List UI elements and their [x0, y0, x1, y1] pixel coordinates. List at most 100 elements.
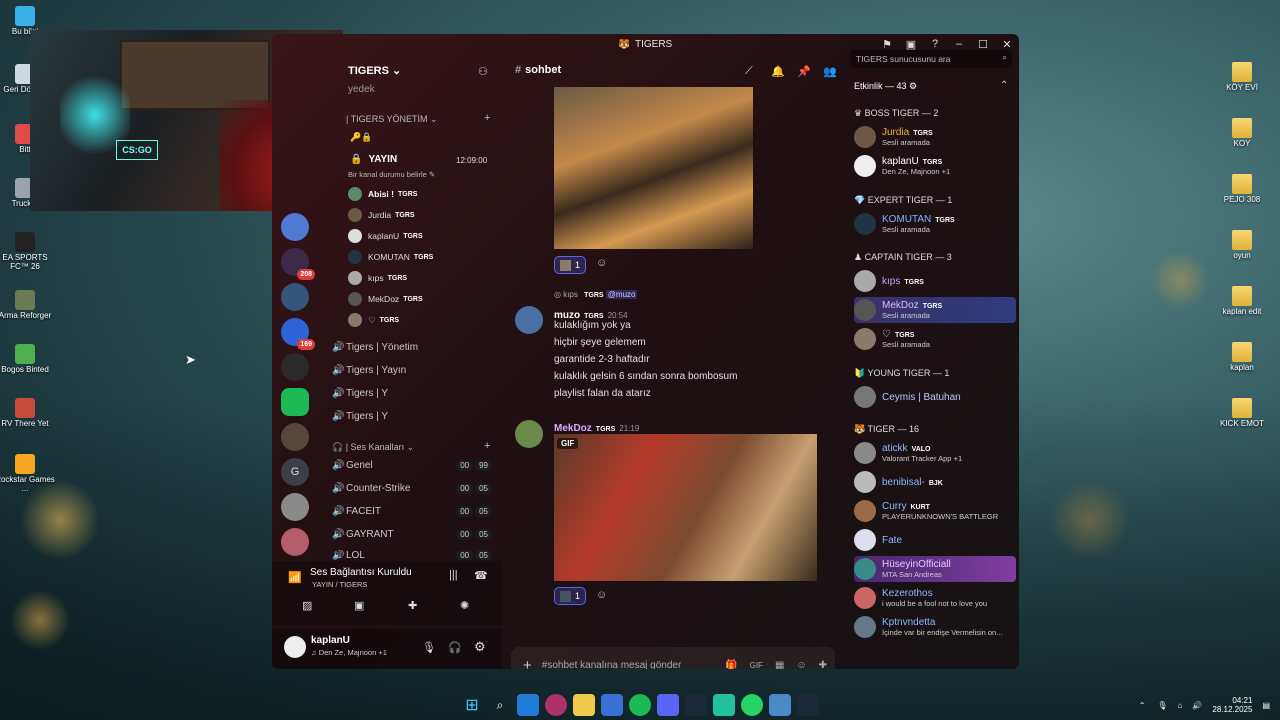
close-button[interactable]: ✕	[995, 38, 1019, 51]
screen-share-icon[interactable]: ▣	[354, 599, 364, 612]
voice-channel[interactable]: 🔊 LOL 00 05	[332, 550, 492, 560]
pin-icon[interactable]: 📌	[797, 65, 811, 78]
settings-gear-icon[interactable]: ⚙	[474, 639, 486, 655]
desktop-folder[interactable]: oyun	[1212, 230, 1272, 261]
member-row[interactable]: benibisal- BJK	[854, 469, 1014, 495]
server-name[interactable]: TIGERS ⌄	[348, 64, 401, 77]
desktop-icon[interactable]: Arma Reforger	[0, 290, 55, 321]
gif-image[interactable]: GIF	[554, 434, 817, 581]
desktop-icon[interactable]: EA SPORTS FC™ 26	[0, 232, 55, 272]
disconnect-icon[interactable]: ☎	[474, 569, 488, 582]
voice-user[interactable]: kıps TGRS	[348, 271, 407, 285]
member-row[interactable]: MekDoz TGRS Sesli aramada	[854, 297, 1016, 323]
voice-channel[interactable]: 🔊 Genel 00 99	[332, 460, 492, 471]
server-icon[interactable]: 208	[281, 248, 315, 280]
reaction[interactable]: 1	[554, 256, 587, 274]
whatsapp-icon[interactable]	[741, 694, 763, 716]
voice-channel[interactable]: 🔊 Tigers | Yayın	[332, 365, 406, 376]
plus-icon[interactable]: +	[523, 657, 532, 670]
help-icon[interactable]: ?	[923, 38, 947, 50]
voice-user[interactable]: MekDoz TGRS	[348, 292, 423, 306]
desktop-icon[interactable]: Bogos Binted	[0, 344, 55, 375]
member-row[interactable]: ♡ TGRS Sesli aramada	[854, 326, 1014, 352]
spotify-icon[interactable]	[629, 694, 651, 716]
app-icon[interactable]	[713, 694, 735, 716]
add-reaction-icon[interactable]: ☺	[596, 257, 607, 269]
message-input[interactable]: #sohbet kanalına mesaj gönder	[542, 660, 725, 670]
server-icon[interactable]: 169	[281, 318, 315, 350]
activities-icon[interactable]: ✚	[408, 599, 417, 612]
chevron-up-icon[interactable]: ⌃	[1139, 701, 1146, 710]
avatar[interactable]	[515, 420, 543, 448]
desktop-folder[interactable]: kaplan edit	[1212, 286, 1272, 317]
emoji-picker-icon[interactable]: ☺	[796, 660, 806, 670]
server-icon[interactable]	[281, 213, 309, 241]
camera-off-icon[interactable]: ▨	[302, 599, 312, 612]
voice-channel[interactable]: 🔊 FACEIT 00 05	[332, 506, 492, 517]
search-icon[interactable]: ⌕	[489, 694, 511, 716]
channel-status[interactable]: Bir kanal durumu belirle ✎	[348, 170, 435, 179]
apps-icon[interactable]: ✚	[819, 660, 827, 670]
gif-icon[interactable]: GIF	[750, 661, 763, 670]
sticker-icon[interactable]: ▦	[775, 660, 784, 670]
network-icon[interactable]: ⌂	[1178, 701, 1183, 710]
channel-item[interactable]: yedek	[348, 84, 375, 95]
member-row[interactable]: HüseyinOfficiall MTA San Andreas	[854, 556, 1016, 582]
voice-channel[interactable]: 🔊 Tigers | Y	[332, 388, 388, 399]
voice-user[interactable]: ♡ TGRS	[348, 313, 399, 327]
headphones-icon[interactable]: 🎧	[448, 641, 462, 654]
members-icon[interactable]: 👥	[823, 65, 837, 78]
add-reaction-icon[interactable]: ☺	[596, 589, 607, 601]
add-channel-icon[interactable]: +	[484, 440, 490, 452]
threads-icon[interactable]: ⟋	[745, 65, 753, 78]
voice-channel[interactable]: 🔊 Tigers | Y	[332, 411, 388, 422]
member-row[interactable]: KOMUTAN TGRS Sesli aramada	[854, 211, 1014, 237]
voice-user[interactable]: KOMUTAN TGRS	[348, 250, 433, 264]
member-row[interactable]: kaplanU TGRS Den Ze, Majnoon +1	[854, 153, 1014, 179]
voice-channel[interactable]: 🔊 Tigers | Yönetim	[332, 342, 418, 353]
clock[interactable]: 04:21 28.12.2025	[1212, 696, 1252, 714]
desktop-folder[interactable]: KOY	[1212, 118, 1272, 149]
avatar[interactable]	[284, 636, 306, 658]
microphone-icon[interactable]: 🎙	[1157, 701, 1167, 710]
opera-icon[interactable]	[545, 694, 567, 716]
inbox-icon[interactable]: ▣	[899, 38, 923, 51]
add-channel-icon[interactable]: +	[484, 112, 490, 124]
activity-header[interactable]: Etkinlik — 43 ⚙	[854, 81, 917, 92]
tiger-image[interactable]	[554, 87, 753, 249]
gift-icon[interactable]: 🎁	[725, 660, 737, 670]
soundboard-icon[interactable]: ✺	[460, 599, 469, 612]
maximize-button[interactable]: ☐	[971, 38, 995, 51]
desktop-folder[interactable]: KÖY EVİ	[1212, 62, 1272, 93]
category-header[interactable]: 🎧 | Ses Kanalları ⌄	[332, 442, 414, 453]
desktop-folder[interactable]: kaplan	[1212, 342, 1272, 373]
microphone-icon[interactable]: 🎙	[422, 641, 436, 654]
voice-user[interactable]: Abisi ! TGRS	[348, 187, 417, 201]
notification-icon[interactable]: ▤	[1262, 701, 1270, 710]
server-icon[interactable]	[281, 283, 309, 311]
desktop-icon[interactable]: Rockstar Games ...	[0, 454, 55, 494]
server-icon[interactable]	[281, 528, 309, 556]
member-row[interactable]: Curry KURT PLAYERUNKNOWN'S BATTLEGR	[854, 498, 1014, 524]
member-row[interactable]: Kptnvndetta İçinde var bir endişe Vermeli…	[854, 614, 1014, 640]
minimize-button[interactable]: –	[947, 38, 971, 50]
outlook-icon[interactable]	[601, 694, 623, 716]
bell-icon[interactable]: 🔔	[771, 65, 785, 78]
server-icon[interactable]	[281, 423, 309, 451]
server-icon[interactable]	[281, 353, 309, 381]
volume-icon[interactable]: 🔊	[1192, 701, 1202, 710]
voice-location[interactable]: YAYIN / TIGERS	[312, 580, 367, 589]
folder-icon[interactable]	[573, 694, 595, 716]
discord-icon[interactable]	[657, 694, 679, 716]
voice-user[interactable]: Jurdia TGRS	[348, 208, 415, 222]
search-input[interactable]: TIGERS sunucusunu ara ⌕	[850, 50, 1012, 68]
desktop-folder[interactable]: PEJO 308	[1212, 174, 1272, 205]
member-row[interactable]: Kezerothos i would be a fool not to love …	[854, 585, 1014, 611]
voice-channel[interactable]: 🔊 Counter-Strike 00 05	[332, 483, 492, 494]
steam-icon[interactable]	[797, 694, 819, 716]
server-icon[interactable]	[281, 388, 309, 416]
member-row[interactable]: kıps TGRS	[854, 268, 1014, 294]
app-icon[interactable]	[769, 694, 791, 716]
voice-user[interactable]: kaplanU TGRS	[348, 229, 423, 243]
server-letter[interactable]: G	[281, 458, 309, 486]
